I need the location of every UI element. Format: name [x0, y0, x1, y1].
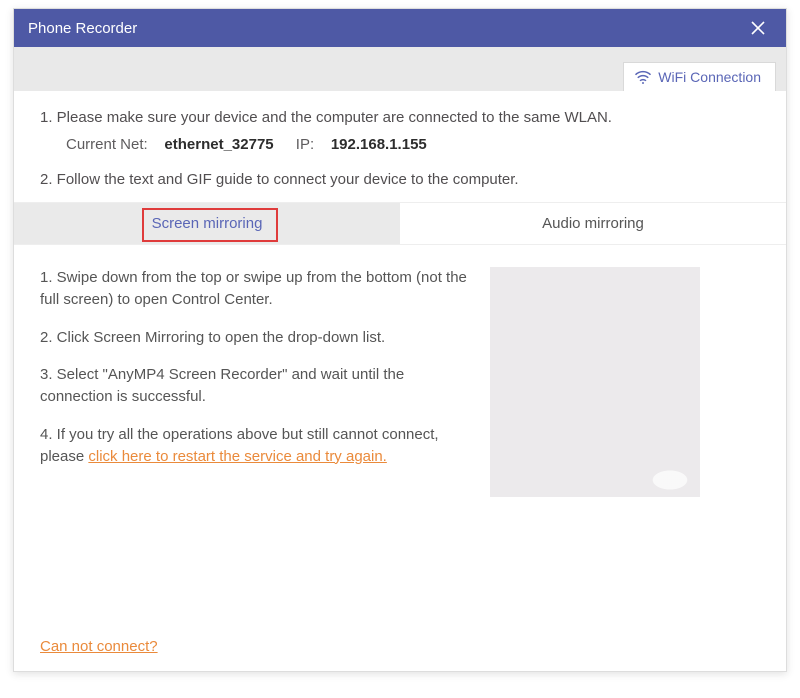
steps-column: 1. Swipe down from the top or swipe up f… [40, 267, 470, 628]
connection-type-bar: WiFi Connection [14, 47, 786, 91]
network-info: Current Net: ethernet_32775 IP: 192.168.… [40, 136, 760, 153]
footer: Can not connect? [40, 628, 760, 655]
content-row: 1. Swipe down from the top or swipe up f… [40, 267, 760, 628]
tab-audio-label: Audio mirroring [542, 215, 644, 232]
tab-screen-mirroring[interactable]: Screen mirroring [14, 203, 400, 244]
step-2: 2. Click Screen Mirroring to open the dr… [40, 327, 470, 349]
gif-guide-placeholder [490, 267, 700, 497]
title-bar: Phone Recorder [14, 9, 786, 47]
intro-line-1: 1. Please make sure your device and the … [40, 109, 760, 126]
window-title: Phone Recorder [28, 20, 744, 37]
close-icon [750, 20, 766, 36]
dialog-body: 1. Please make sure your device and the … [14, 91, 786, 671]
step-3: 3. Select "AnyMP4 Screen Recorder" and w… [40, 364, 470, 408]
restart-service-link[interactable]: click here to restart the service and tr… [88, 448, 386, 465]
dialog-window: Phone Recorder WiFi Connection 1. Please… [13, 8, 787, 672]
ip-value: 192.168.1.155 [331, 136, 427, 153]
wifi-icon [634, 70, 652, 84]
step-1: 1. Swipe down from the top or swipe up f… [40, 267, 470, 311]
current-net-label: Current Net: [66, 136, 148, 153]
step-4: 4. If you try all the operations above b… [40, 424, 470, 468]
ip-label: IP: [296, 136, 314, 153]
cannot-connect-link[interactable]: Can not connect? [40, 638, 158, 655]
close-button[interactable] [744, 14, 772, 42]
wifi-connection-tab[interactable]: WiFi Connection [623, 62, 776, 91]
current-net-value: ethernet_32775 [164, 136, 273, 153]
tab-screen-label: Screen mirroring [152, 215, 263, 232]
intro-line-2: 2. Follow the text and GIF guide to conn… [40, 171, 760, 188]
mirroring-tabs: Screen mirroring Audio mirroring [14, 202, 786, 245]
tab-audio-mirroring[interactable]: Audio mirroring [400, 203, 786, 244]
wifi-tab-label: WiFi Connection [658, 69, 761, 85]
